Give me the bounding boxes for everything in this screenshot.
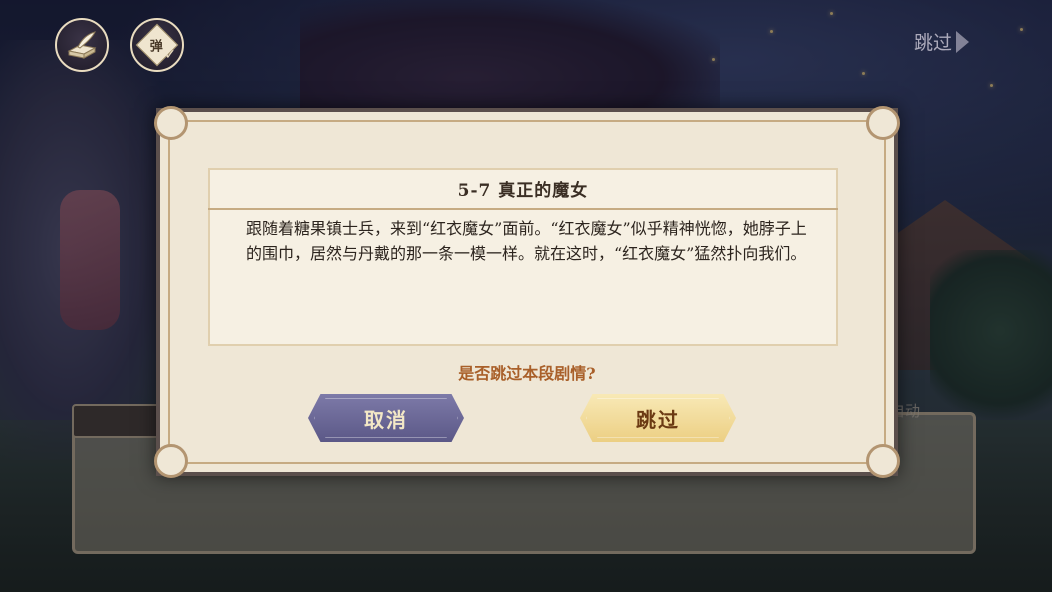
scroll-quill-icon [67,31,97,59]
skip-story-label: 跳过 [914,32,953,54]
cancel-button-label: 取消 [364,407,408,432]
chapter-title: 5-7 真正的魔女 [457,180,589,201]
danmaku-toggle-button[interactable]: 弹 ✓ [130,18,184,72]
ornament-corner-icon [866,444,900,478]
chapter-summary-text: 跟随着糖果镇士兵，来到“红衣魔女”面前。“红衣魔女”似乎精神恍惚，她脖子上的围巾… [246,219,807,263]
game-screen: 自动 弹 ✓ 跳过 5-7 真正的魔女 跟随着糖果镇士兵，来到“红衣魔女”面前。… [0,0,1052,592]
confirm-skip-button[interactable]: 跳过 [580,394,736,442]
skip-question: 是否跳过本段剧情? [458,364,596,383]
arrow-right-icon [956,30,970,53]
ornament-corner-icon [866,106,900,140]
cancel-button[interactable]: 取消 [308,394,464,442]
skip-story-button[interactable]: 跳过 [914,28,970,55]
confirm-skip-button-label: 跳过 [636,407,680,432]
danmaku-char: 弹 [150,39,164,55]
skip-confirm-dialog: 5-7 真正的魔女 跟随着糖果镇士兵，来到“红衣魔女”面前。“红衣魔女”似乎精神… [154,106,900,478]
ornament-corner-icon [154,106,188,140]
chapter-title-bar: 5-7 真正的魔女 [208,168,838,210]
ornament-corner-icon [154,444,188,478]
story-log-button[interactable] [55,18,109,72]
check-icon: ✓ [164,47,176,63]
